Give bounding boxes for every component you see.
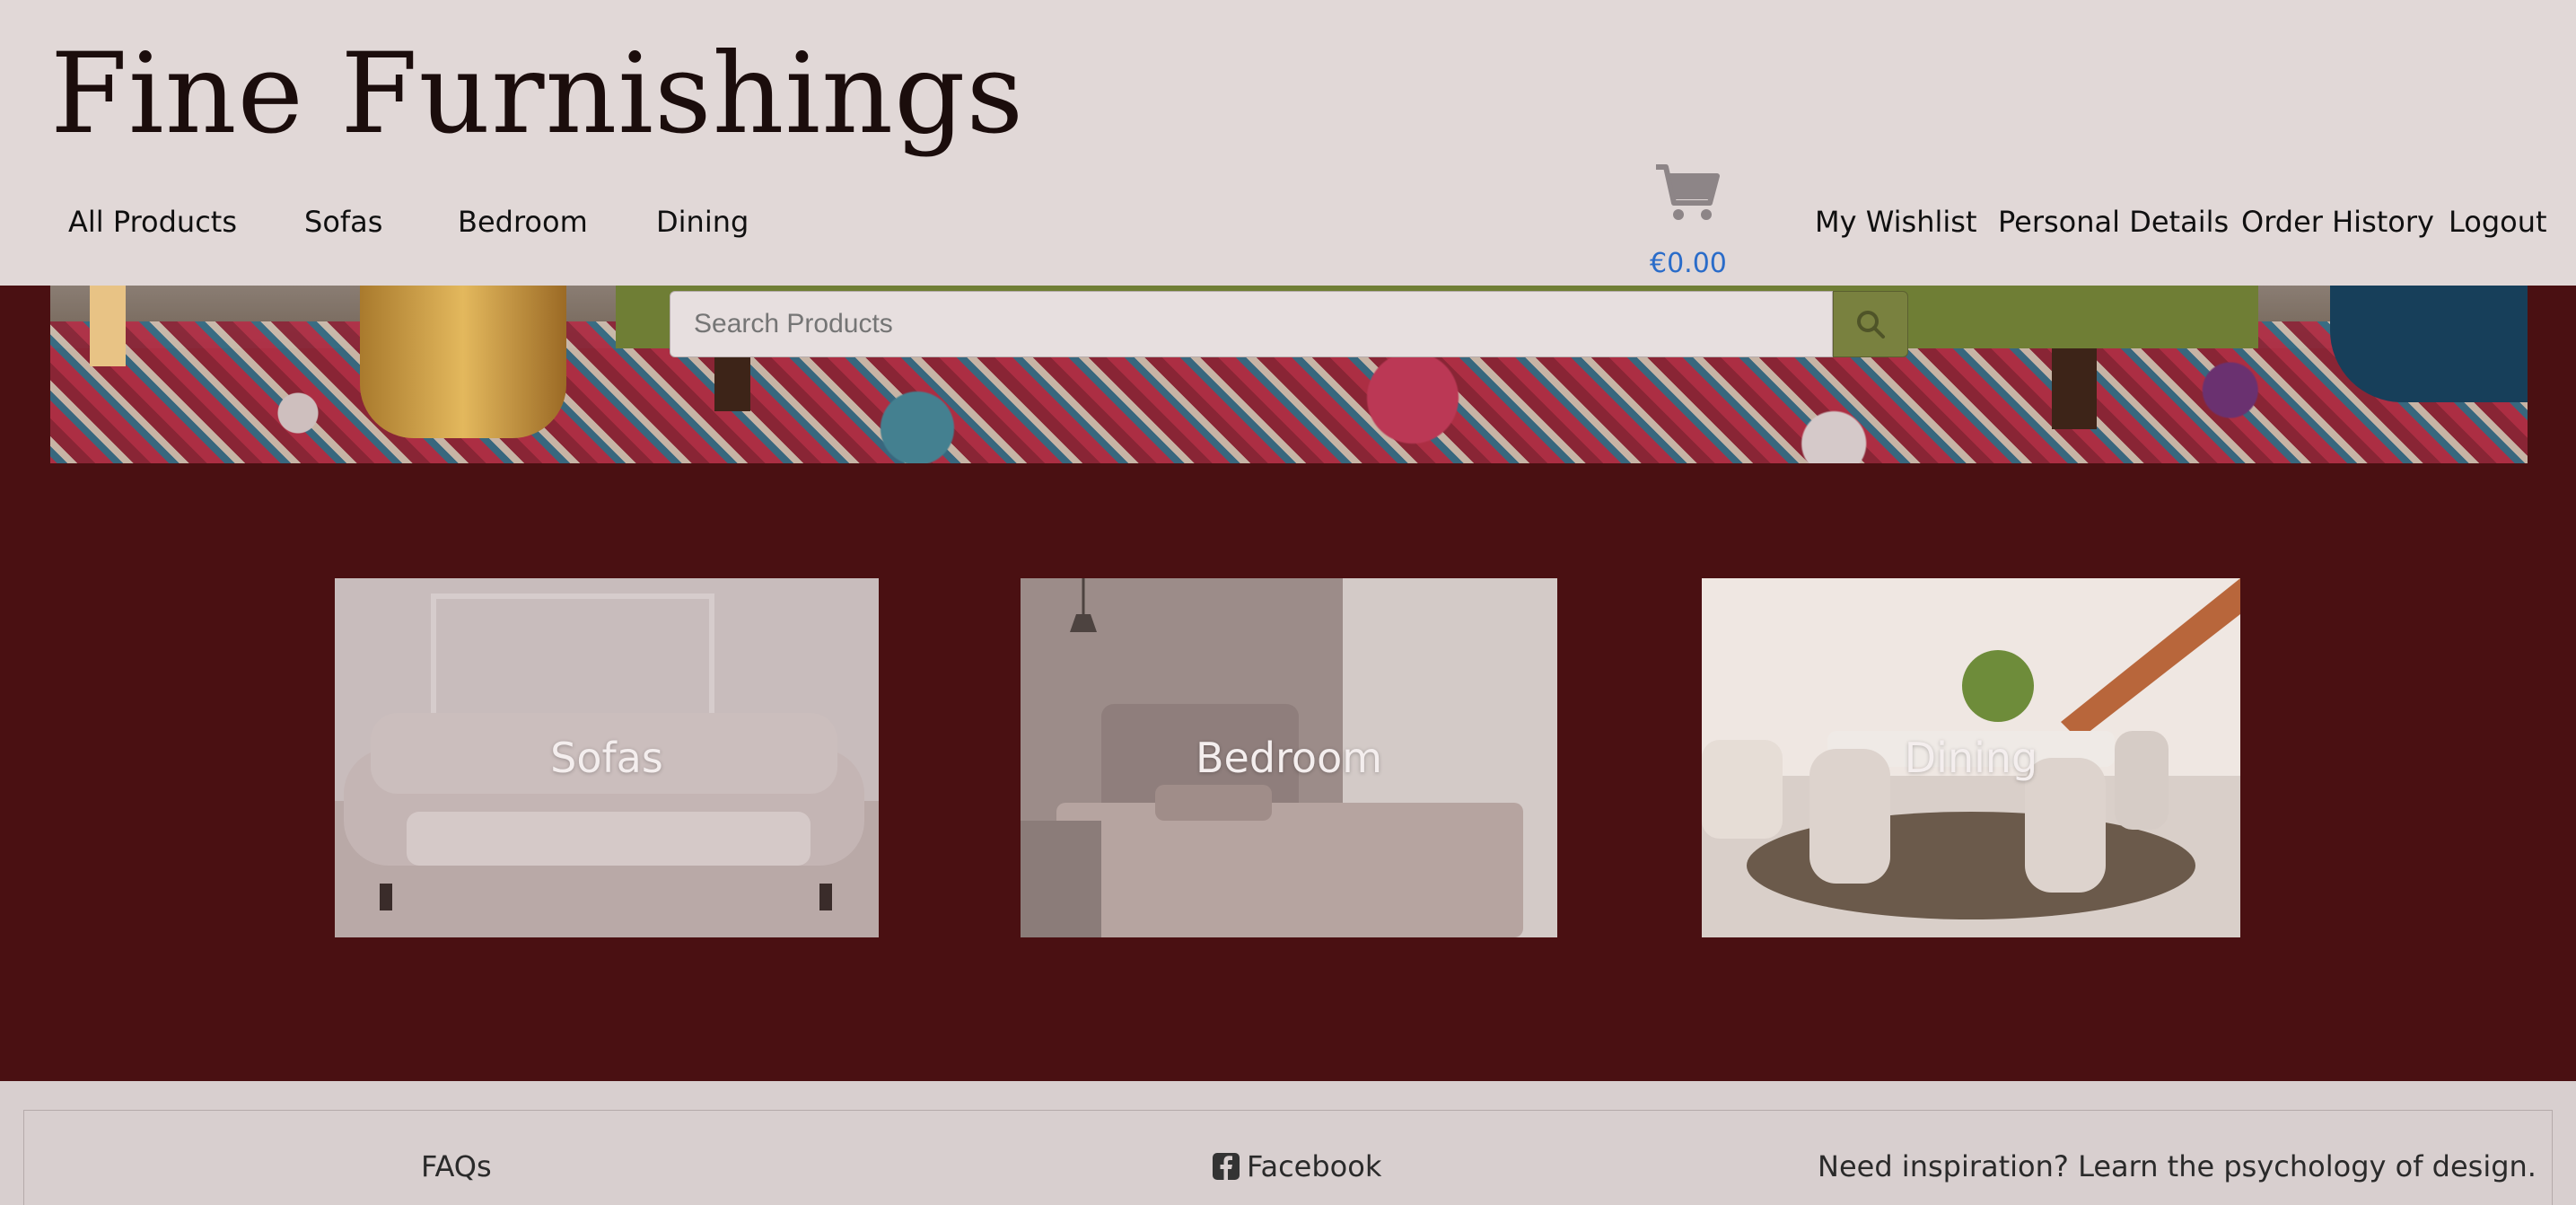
footer-faqs-link[interactable]: FAQs (421, 1149, 492, 1183)
site-footer: FAQs Facebook Need inspiration? Learn th… (0, 1081, 2576, 1205)
footer-facebook-link[interactable]: Facebook (1213, 1149, 1381, 1183)
search-button[interactable] (1833, 291, 1908, 357)
category-label-bedroom: Bedroom (1195, 734, 1383, 782)
nav-order-history[interactable]: Order History (2241, 202, 2434, 242)
search-icon (1857, 311, 1885, 339)
cart-total: €0.00 (1650, 248, 1727, 279)
nav-logout[interactable]: Logout (2449, 202, 2547, 242)
search-input[interactable] (670, 291, 1833, 357)
category-card-dining[interactable]: Dining (1702, 578, 2240, 937)
category-label-sofas: Sofas (550, 734, 663, 782)
account-nav: My Wishlist Personal Details Order Histo… (0, 202, 2576, 247)
brand-logo[interactable]: Fine Furnishings (50, 27, 1024, 162)
facebook-square-icon (1213, 1153, 1240, 1180)
footer-facebook-label: Facebook (1247, 1149, 1382, 1183)
category-card-bedroom[interactable]: Bedroom (1021, 578, 1557, 937)
footer-inspiration-link[interactable]: Need inspiration? Learn the psychology o… (1818, 1149, 2537, 1183)
nav-personal-details[interactable]: Personal Details (1998, 202, 2229, 242)
nav-my-wishlist[interactable]: My Wishlist (1815, 202, 1977, 242)
site-header: Fine Furnishings All Products Sofas Bedr… (0, 0, 2576, 286)
category-card-sofas[interactable]: Sofas (335, 578, 879, 937)
category-label-dining: Dining (1904, 734, 2038, 782)
